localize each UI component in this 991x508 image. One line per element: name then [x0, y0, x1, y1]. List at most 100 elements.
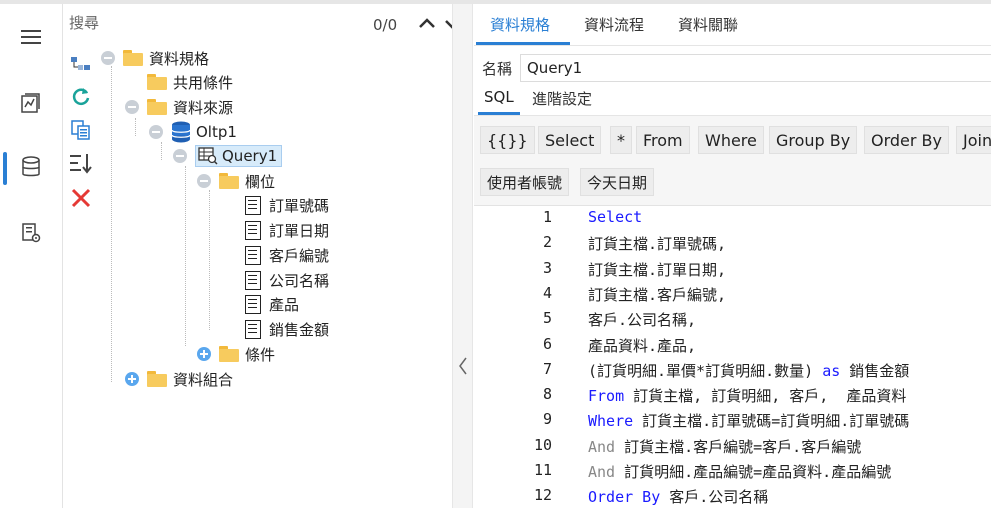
- tree-node-datasource[interactable]: 資料來源: [125, 96, 233, 118]
- folder-icon: [147, 371, 167, 387]
- tree-node-fields[interactable]: 欄位: [197, 170, 275, 192]
- sql-code-editor[interactable]: 1 2 3 4 5 6 7 8 9 10 11 12 Select 訂貨主檔.訂單號碼, 訂貨主檔.訂單日…: [474, 206, 991, 508]
- keyword-button-where[interactable]: Where: [698, 126, 764, 154]
- line-number: 11: [533, 461, 552, 479]
- panel-splitter[interactable]: [452, 4, 473, 508]
- tree-node-connection[interactable]: Oltp1: [149, 121, 237, 143]
- tree-field-item[interactable]: 訂單日期: [245, 219, 329, 241]
- sql-text: 訂貨主檔.訂單號碼=訂貨明細.訂單號碼: [633, 412, 910, 431]
- keyword-button-from[interactable]: From: [636, 126, 690, 154]
- collapse-icon[interactable]: [101, 51, 115, 65]
- query-selection[interactable]: Query1: [195, 145, 283, 167]
- line-number: 12: [533, 486, 552, 505]
- tree-node-conditions[interactable]: 條件: [197, 343, 275, 365]
- line-number: 8: [542, 385, 552, 404]
- search-input[interactable]: [69, 10, 359, 36]
- keyword-button-select[interactable]: Select: [538, 126, 602, 154]
- tree-node-label: 共用條件: [173, 73, 234, 92]
- field-icon: [245, 319, 261, 339]
- refresh-icon[interactable]: [69, 84, 93, 108]
- sql-text: 訂貨主檔.訂單號碼,: [588, 235, 727, 254]
- folder-icon: [147, 99, 167, 115]
- code-line: Select: [588, 208, 642, 226]
- line-number: 2: [542, 233, 552, 252]
- keyword-button-group-by[interactable]: Group By: [769, 126, 858, 154]
- field-icon: [245, 195, 261, 215]
- tree-node-shared-conditions[interactable]: 共用條件: [147, 71, 233, 93]
- sql-keyword: And: [588, 463, 616, 481]
- field-icon: [245, 294, 261, 314]
- tree-node-query[interactable]: Query1: [173, 145, 283, 167]
- search-result-count: 0/0: [373, 16, 398, 34]
- tree-field-item[interactable]: 產品: [245, 293, 299, 315]
- tree-field-item[interactable]: 銷售金額: [245, 318, 329, 340]
- line-number: 6: [542, 334, 552, 353]
- main-tabs: 資料規格 資料流程 資料關聯: [474, 4, 991, 46]
- collapse-icon[interactable]: [173, 149, 187, 163]
- sql-text: 訂貨主檔.訂單日期,: [588, 260, 727, 279]
- tree-field-item[interactable]: 公司名稱: [245, 269, 329, 291]
- database-connection-icon: [171, 121, 191, 143]
- database-icon[interactable]: [14, 152, 48, 182]
- keyword-button-star[interactable]: *: [610, 126, 632, 154]
- expand-icon[interactable]: [125, 372, 139, 386]
- code-line: Order By 客戶.公司名稱: [588, 486, 768, 507]
- sql-text: 訂貨主檔.客戶編號=客戶.客戶編號: [615, 437, 862, 456]
- keyword-button-user-account[interactable]: 使用者帳號: [480, 168, 570, 196]
- keyword-button-join[interactable]: Join: [956, 126, 991, 154]
- sql-text: 訂貨主檔.客戶編號,: [588, 285, 727, 304]
- line-number: 4: [542, 283, 552, 302]
- expand-icon[interactable]: [197, 347, 211, 361]
- report-settings-icon[interactable]: [14, 218, 48, 248]
- editor-panel: 資料規格 資料流程 資料關聯 名稱 SQL 進階設定 {{}} Select *…: [474, 4, 991, 508]
- code-line: From 訂貨主檔, 訂貨明細, 客戶, 產品資料: [588, 385, 906, 406]
- sql-text: 訂貨明細.產品編號=產品資料.產品編號: [615, 463, 892, 481]
- left-rail: [0, 4, 63, 508]
- tree-field-item[interactable]: 訂單號碼: [245, 194, 329, 216]
- copy-icon[interactable]: [69, 118, 93, 142]
- code-line: Where 訂貨主檔.訂單號碼=訂貨明細.訂單號碼: [588, 410, 909, 431]
- tab-advanced[interactable]: 進階設定: [532, 88, 592, 109]
- chart-document-icon[interactable]: [14, 88, 48, 118]
- sql-keyword: Select: [588, 208, 643, 226]
- tab-flow[interactable]: 資料流程: [584, 14, 644, 35]
- tree-node-label: Query1: [222, 147, 278, 165]
- line-number: 1: [542, 208, 552, 226]
- field-icon: [245, 245, 261, 265]
- chevron-up-icon[interactable]: [417, 14, 437, 34]
- tab-relation[interactable]: 資料關聯: [678, 14, 738, 35]
- tab-sql[interactable]: SQL: [484, 88, 514, 106]
- line-number: 10: [533, 435, 552, 454]
- code-line: 訂貨主檔.訂單日期,: [588, 259, 726, 280]
- hamburger-menu-icon[interactable]: [14, 22, 48, 52]
- field-icon: [245, 270, 261, 290]
- tree-node-label: 客戶編號: [269, 246, 330, 265]
- code-line: 訂貨主檔.訂單號碼,: [588, 233, 726, 254]
- name-row: 名稱: [474, 52, 991, 84]
- code-line: 產品資料.產品,: [588, 335, 696, 356]
- collapse-icon[interactable]: [197, 174, 211, 188]
- line-number: 3: [542, 258, 552, 277]
- collapse-icon[interactable]: [149, 125, 163, 139]
- sql-text: 客戶.公司名稱: [660, 488, 769, 507]
- tree-node-combine[interactable]: 資料組合: [125, 368, 233, 390]
- keyword-button-today[interactable]: 今天日期: [580, 168, 655, 196]
- sql-keyword: as: [822, 361, 841, 380]
- tree-field-item[interactable]: 客戶編號: [245, 244, 329, 266]
- collapse-icon[interactable]: [125, 100, 139, 114]
- tree-node-label: 資料組合: [173, 370, 234, 389]
- name-field[interactable]: [520, 54, 991, 82]
- sql-keyword: Where: [588, 412, 634, 431]
- keyword-button-param[interactable]: {{}}: [480, 126, 535, 154]
- tree-node-label: 資料規格: [149, 49, 210, 68]
- line-number: 7: [542, 359, 552, 378]
- folder-icon: [219, 346, 239, 362]
- chevron-left-icon[interactable]: [457, 354, 469, 378]
- keyword-button-order-by[interactable]: Order By: [864, 126, 949, 154]
- tree-node-root[interactable]: 資料規格: [101, 47, 209, 69]
- sort-icon[interactable]: [69, 151, 93, 175]
- sql-keyword: Order By: [588, 488, 661, 507]
- tree-structure-icon[interactable]: [69, 52, 93, 76]
- tab-spec[interactable]: 資料規格: [490, 14, 550, 35]
- delete-icon[interactable]: [69, 186, 93, 210]
